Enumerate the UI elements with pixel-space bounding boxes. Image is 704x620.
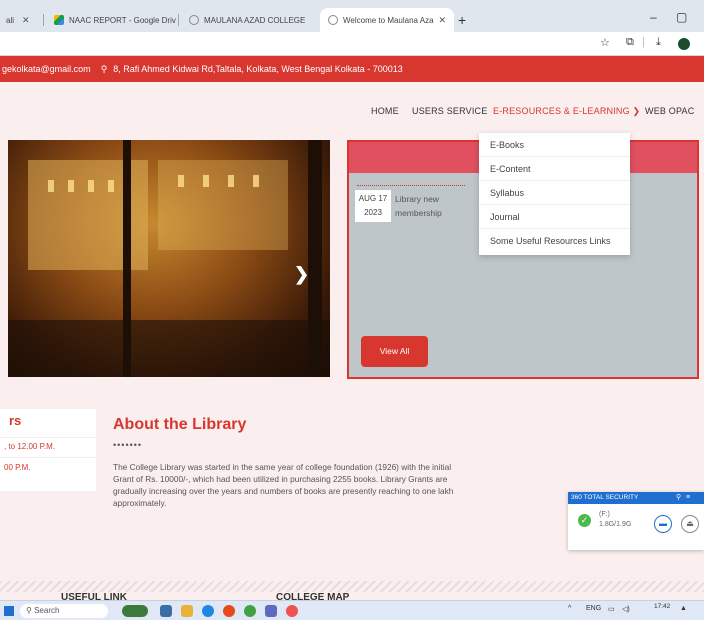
browser-tab[interactable]: MAULANA AZAD COLLEGE ✕ <box>181 8 316 32</box>
lit-window <box>178 175 184 187</box>
dropdown-item-syllabus[interactable]: Syllabus <box>479 181 630 205</box>
check-icon: ✓ <box>578 514 591 527</box>
address-bar-row: ☆ ⧉ | ⤓ <box>0 32 704 56</box>
taskbar-search-label: Search <box>34 606 60 615</box>
menu-icon[interactable]: ≡ <box>686 492 690 504</box>
start-icon[interactable] <box>4 606 14 616</box>
contact-address: 8, Rafi Ahmed Kidwai Rd,Taltala, Kolkata… <box>113 64 403 74</box>
carousel-next-icon[interactable]: ❯ <box>294 264 309 285</box>
hours-divider <box>0 437 96 438</box>
view-all-button[interactable]: View All <box>361 336 428 367</box>
lit-window <box>203 175 209 187</box>
contact-info-bar: gekolkata@gmail.com ⚲ 8, Rafi Ahmed Kidw… <box>0 56 704 82</box>
tab-label: Welcome to Maulana Azad Coll <box>343 15 434 25</box>
folder-icon[interactable]: ▬ <box>654 515 672 533</box>
download-icon[interactable]: ⤓ <box>656 36 661 49</box>
lit-window <box>253 175 259 187</box>
notice-divider <box>357 185 465 186</box>
close-tab-icon[interactable]: ✕ <box>438 15 446 26</box>
hours-title: rs <box>9 413 22 428</box>
notification-icon[interactable]: ▲ <box>680 605 687 612</box>
foreground-shadow <box>8 320 330 377</box>
taskbar-search[interactable]: ⚲ Search <box>20 604 108 618</box>
new-tab-button[interactable]: + <box>458 12 466 28</box>
notice-item-text[interactable]: Library new membership <box>395 192 485 220</box>
nav-web-opac[interactable]: WEB OPAC <box>645 106 694 116</box>
contact-email[interactable]: gekolkata@gmail.com <box>2 64 91 74</box>
e-resources-dropdown: E-Books E-Content Syllabus Journal Some … <box>479 133 630 255</box>
about-library-text: The College Library was started in the s… <box>113 462 454 508</box>
toolbar-divider: | <box>642 36 645 48</box>
taskbar-clock[interactable]: 17:42 <box>654 603 670 611</box>
nav-users-service[interactable]: USERS SERVICE <box>412 106 487 116</box>
dropdown-item-e-content[interactable]: E-Content <box>479 157 630 181</box>
tab-label: NAAC REPORT - Google Drive <box>69 15 176 25</box>
search-icon: ⚲ <box>26 606 35 615</box>
chrome-profile-icon[interactable] <box>244 605 256 617</box>
network-icon[interactable]: ▭ <box>608 605 615 613</box>
tray-overflow-icon[interactable]: ^ <box>568 605 571 612</box>
lit-window <box>88 180 94 192</box>
language-indicator[interactable]: ENG <box>586 605 601 612</box>
lit-window <box>68 180 74 192</box>
hours-line: 00 P.M. <box>4 463 31 472</box>
lit-window <box>228 175 234 187</box>
site-favicon-icon <box>328 15 338 25</box>
file-explorer-icon[interactable] <box>181 605 193 617</box>
tab-label: ali <box>6 15 15 25</box>
security-popup: 360 TOTAL SECURITY ⚲ ≡ ✓ (F:) 1.8G/1.9G … <box>568 492 704 550</box>
building-facade <box>158 160 288 250</box>
task-view-icon[interactable] <box>160 605 172 617</box>
about-library-heading: About the Library <box>113 416 247 433</box>
dropdown-item-e-books[interactable]: E-Books <box>479 133 630 157</box>
opera-icon[interactable] <box>286 605 298 617</box>
extensions-icon[interactable]: ⧉ <box>626 36 634 49</box>
browser-tab-active[interactable]: Welcome to Maulana Azad Coll ✕ <box>320 8 454 32</box>
notice-date-day: AUG 17 <box>358 194 388 203</box>
app-icon[interactable] <box>265 605 277 617</box>
hours-divider <box>0 457 96 458</box>
nav-home[interactable]: HOME <box>371 106 399 116</box>
footer-hatch-divider <box>0 581 704 592</box>
volume-icon[interactable]: ◁) <box>622 605 630 613</box>
drive-size: 1.8G/1.9G <box>599 521 632 528</box>
notice-date-year: 2023 <box>364 208 382 217</box>
drive-info: (F:) 1.8G/1.9G <box>599 510 631 530</box>
widgets-icon[interactable] <box>122 605 148 617</box>
site-favicon-icon <box>189 15 199 25</box>
hero-carousel-image: ❯ <box>8 140 330 377</box>
bookmark-star-icon[interactable]: ☆ <box>600 36 610 49</box>
location-pin-icon: ⚲ <box>100 63 108 74</box>
security-popup-titlebar: 360 TOTAL SECURITY ⚲ ≡ <box>568 492 704 504</box>
edge-icon[interactable] <box>202 605 214 617</box>
tab-separator <box>43 14 44 26</box>
dropdown-item-useful-resources[interactable]: Some Useful Resources Links <box>479 229 630 253</box>
site-navigation: HOME USERS SERVICE E-RESOURCES & E-LEARN… <box>0 82 704 140</box>
tab-separator <box>178 14 179 26</box>
dropdown-item-journal[interactable]: Journal <box>479 205 630 229</box>
eject-icon[interactable]: ⏏ <box>681 515 699 533</box>
browser-tab-strip: ali ✕ NAAC REPORT - Google Drive ✕ MAULA… <box>0 0 704 32</box>
lit-window <box>48 180 54 192</box>
windows-taskbar: ⚲ Search ^ ENG ▭ ◁) 17:42 ▲ <box>0 600 704 620</box>
search-icon[interactable]: ⚲ <box>676 492 681 504</box>
hours-line: , to 12.00 P.M. <box>4 442 55 451</box>
clock-time: 17:42 <box>654 603 671 610</box>
profile-avatar-icon[interactable] <box>678 38 690 50</box>
browser-tab[interactable]: NAAC REPORT - Google Drive ✕ <box>46 8 176 32</box>
tab-label: MAULANA AZAD COLLEGE <box>204 15 306 25</box>
lit-window <box>108 180 114 192</box>
about-dots-divider: ••••••• <box>113 440 143 450</box>
nav-e-resources[interactable]: E-RESOURCES & E-LEARNING ❯ <box>493 106 640 117</box>
google-drive-icon <box>54 15 64 25</box>
chrome-icon[interactable] <box>223 605 235 617</box>
notice-date-badge: AUG 17 2023 <box>355 190 391 222</box>
browser-tab[interactable]: ali ✕ <box>0 8 43 32</box>
security-popup-title: 360 TOTAL SECURITY <box>571 494 639 501</box>
restore-button[interactable]: ▢ <box>676 10 687 24</box>
minimize-button[interactable]: – <box>650 10 657 24</box>
library-hours-card: rs , to 12.00 P.M. 00 P.M. <box>0 409 96 491</box>
drive-letter: (F:) <box>599 511 610 518</box>
close-tab-icon[interactable]: ✕ <box>22 15 30 26</box>
